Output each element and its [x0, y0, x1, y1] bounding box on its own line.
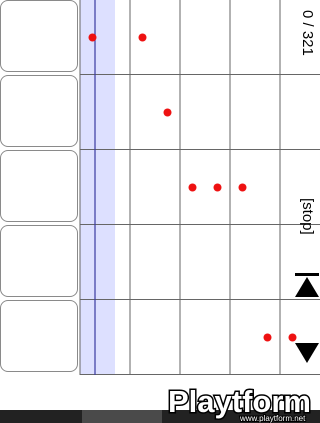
playhead-highlight: [80, 0, 115, 375]
playback-state[interactable]: [stop]: [299, 198, 316, 235]
scroll-down-button[interactable]: [294, 341, 320, 367]
scroll-down-icon: [295, 343, 319, 363]
note-dot: [188, 183, 197, 192]
scroll-thumb[interactable]: [82, 410, 162, 423]
lane-button-4[interactable]: [0, 225, 78, 297]
scroll-top-icon: [295, 273, 319, 297]
watermark-url: www.playtform.net: [239, 414, 306, 423]
playtform-watermark: Playtform www.playtform.net: [167, 383, 313, 423]
lane-button-3[interactable]: [0, 150, 78, 222]
note-dot: [263, 333, 272, 342]
position-counter: 0 / 321: [299, 10, 316, 56]
note-dot: [88, 33, 97, 42]
note-dot: [138, 33, 147, 42]
note-dot: [213, 183, 222, 192]
lane-button-2[interactable]: [0, 75, 78, 147]
lane-button-5[interactable]: [0, 300, 78, 372]
lane-buttons: [0, 0, 80, 375]
note-dot: [163, 108, 172, 117]
note-dot: [238, 183, 247, 192]
scroll-top-button[interactable]: [294, 273, 320, 299]
lane-button-1[interactable]: [0, 0, 78, 72]
